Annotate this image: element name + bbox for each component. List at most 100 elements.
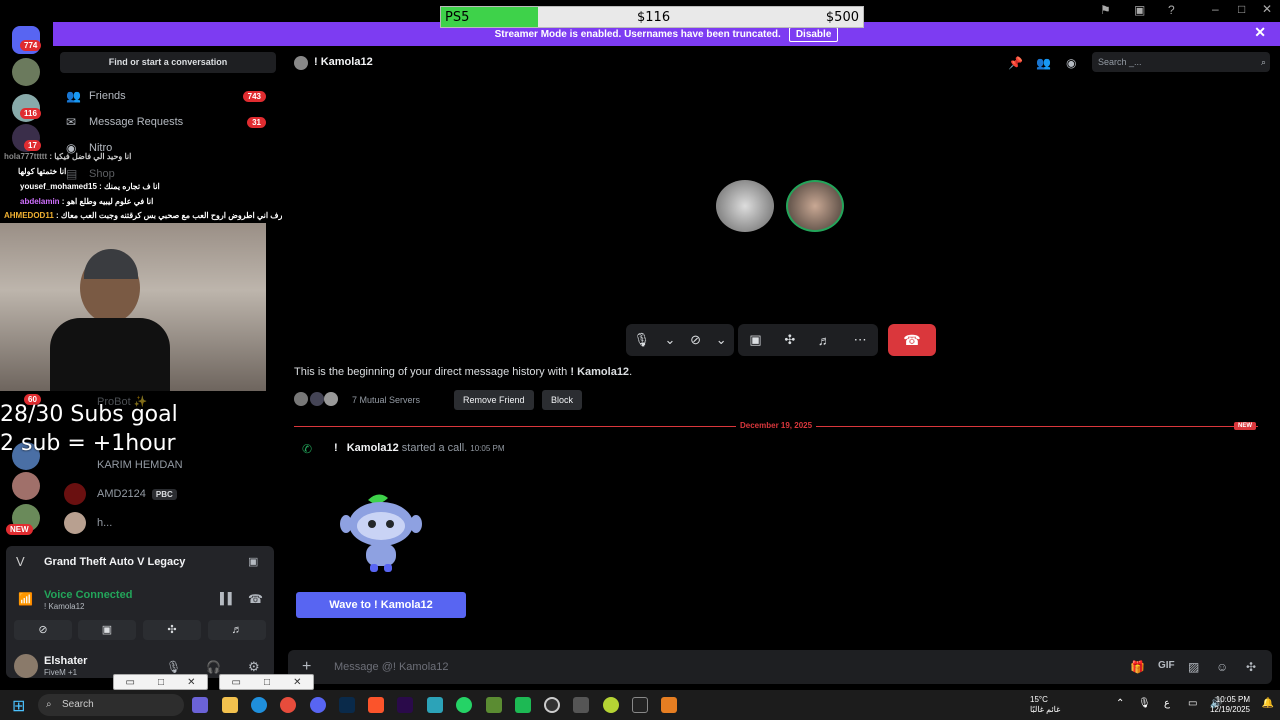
windows-start-icon[interactable]: ⊞	[12, 696, 25, 716]
call-participant-avatar[interactable]	[716, 180, 774, 232]
wave-button[interactable]: Wave to ! Kamola12	[296, 592, 466, 618]
app-icon[interactable]	[427, 697, 443, 713]
app-icon[interactable]	[603, 697, 619, 713]
mic-icon[interactable]: 🎙	[166, 660, 181, 674]
settings-gear-icon[interactable]: ⚙	[248, 659, 260, 675]
activities-button[interactable]: ✣	[143, 620, 201, 640]
call-user[interactable]: Kamola12	[347, 442, 399, 454]
chevron-up-icon[interactable]: ⌃	[1116, 698, 1124, 709]
disable-streamer-button[interactable]: Disable	[788, 26, 839, 42]
stream-icon[interactable]: ▣	[248, 555, 258, 568]
call-participant-avatar[interactable]	[786, 180, 844, 232]
voice-status[interactable]: Voice Connected	[44, 589, 132, 601]
gif-icon[interactable]: GIF	[1158, 660, 1175, 671]
settings-icon[interactable]	[573, 697, 589, 713]
mic-icon[interactable]: 🎙	[1138, 698, 1151, 709]
discord-icon[interactable]	[310, 697, 326, 713]
hang-up-button[interactable]: ☎	[888, 324, 936, 356]
activities-icon[interactable]: ✣	[784, 332, 795, 348]
close-window-icon[interactable]: ✕	[1262, 2, 1272, 16]
close-icon[interactable]: ✕	[187, 677, 195, 688]
chevron-down-icon[interactable]: ⌄	[716, 332, 727, 348]
profile-icon[interactable]: ◉	[1066, 56, 1076, 70]
chrome-icon[interactable]	[280, 697, 296, 713]
restore-icon[interactable]: ▭	[232, 677, 241, 688]
camera-button[interactable]: ⊘	[14, 620, 72, 640]
signal-icon[interactable]: 📶	[18, 592, 33, 606]
premiere-icon[interactable]	[397, 697, 413, 713]
nav-message-requests[interactable]: ✉ Message Requests 31	[66, 111, 272, 133]
taskbar-clock[interactable]: 10:05 PM 12/19/2025	[1210, 695, 1250, 715]
chat-line: hola777ttttt : انا وحيد الي فاضل فيكيا	[4, 152, 132, 161]
chat-line: انا ختمتها كولها	[18, 167, 67, 176]
soundboard-button[interactable]: ♬	[208, 620, 266, 640]
brave-icon[interactable]	[368, 697, 384, 713]
find-conversation-button[interactable]: Find or start a conversation	[60, 52, 276, 73]
server-badge: 116	[20, 108, 41, 119]
mutual-server-avatar	[324, 392, 338, 406]
gift-icon[interactable]: 🎁	[1130, 660, 1145, 674]
call-actions-group[interactable]: ▣ ✣ ♬ ⋯	[738, 324, 878, 356]
app-icon[interactable]	[661, 697, 677, 713]
camera-off-icon[interactable]: ⊘	[690, 332, 701, 348]
emoji-icon[interactable]: ☺	[1216, 660, 1228, 674]
maximize-icon[interactable]: □	[264, 677, 270, 688]
photoshop-icon[interactable]	[339, 697, 355, 713]
screenshare-icon[interactable]: ▣	[749, 332, 761, 348]
screen-icon[interactable]: ▣	[1134, 3, 1145, 17]
mic-icon[interactable]: 🎙	[633, 332, 650, 348]
restore-icon[interactable]: ▭	[126, 677, 135, 688]
nav-friends[interactable]: 👥 Friends 743	[66, 85, 272, 107]
dm-item[interactable]: ProBot ✨	[64, 390, 274, 412]
mini-window-controls[interactable]: ▭ □ ✕	[113, 674, 208, 690]
epic-games-icon[interactable]	[632, 697, 648, 713]
taskbar-search[interactable]: ⌕ Search	[38, 694, 184, 716]
close-banner-icon[interactable]: ✕	[1254, 24, 1266, 41]
disconnect-icon[interactable]: ☎	[248, 592, 263, 606]
inbox-icon[interactable]: ⚑	[1100, 3, 1111, 17]
weather-widget[interactable]: 15°C غائم غالبًا	[1030, 695, 1060, 715]
add-friend-icon[interactable]: 👥	[1036, 56, 1051, 70]
maximize-icon[interactable]: □	[158, 677, 164, 688]
mutual-servers-link[interactable]: 7 Mutual Servers	[352, 395, 420, 405]
dm-item[interactable]: KARIM HEMDAN	[64, 454, 274, 476]
whatsapp-icon[interactable]	[456, 697, 472, 713]
soundboard-icon[interactable]: ▌▌	[220, 593, 236, 605]
maximize-icon[interactable]: □	[1238, 2, 1245, 16]
soundboard-icon[interactable]: ♬	[818, 333, 831, 348]
message-input[interactable]: Message @! Kamola12	[334, 661, 449, 673]
language-indicator[interactable]: ع	[1164, 698, 1170, 709]
app-icon[interactable]	[515, 697, 531, 713]
edge-icon[interactable]	[251, 697, 267, 713]
block-button[interactable]: Block	[542, 390, 583, 410]
search-input[interactable]: Search _... ⌕	[1092, 52, 1270, 72]
dm-item[interactable]: h...	[64, 512, 274, 534]
sticker-icon[interactable]: ▨	[1188, 660, 1199, 674]
chevron-down-icon[interactable]: ⌄	[665, 332, 676, 348]
more-icon[interactable]: ⋯	[854, 332, 867, 348]
activity-panel: V Grand Theft Auto V Legacy ▣ 📶 Voice Co…	[6, 546, 274, 678]
home-badge: 774	[20, 40, 42, 51]
help-icon[interactable]: ?	[1168, 3, 1175, 17]
headphones-icon[interactable]: 🎧	[206, 660, 221, 674]
file-explorer-icon[interactable]	[222, 697, 238, 713]
message-composer[interactable]: + Message @! Kamola12 🎁 GIF ▨ ☺ ✣	[288, 650, 1272, 684]
mic-control-group[interactable]: 🎙 ⌄ ⊘ ⌄	[626, 324, 734, 356]
dm-item[interactable]: AMD2124 PBC	[64, 483, 274, 505]
server-icon[interactable]	[12, 58, 40, 86]
apps-icon[interactable]: ✣	[1246, 660, 1256, 674]
mini-window-controls[interactable]: ▭ □ ✕	[219, 674, 314, 690]
screenshare-button[interactable]: ▣	[78, 620, 136, 640]
notification-icon[interactable]: 🔔	[1262, 698, 1274, 709]
minimize-icon[interactable]: –	[1212, 2, 1219, 16]
chat-line: yousef_mohamed15 : انا ف تجاره يمنك	[20, 182, 160, 191]
pin-icon[interactable]: 📌	[1008, 56, 1023, 70]
server-icon[interactable]	[12, 472, 40, 500]
avatar[interactable]	[14, 654, 38, 678]
network-icon[interactable]: ▭	[1188, 698, 1197, 709]
obs-icon[interactable]	[544, 697, 560, 713]
close-icon[interactable]: ✕	[293, 677, 301, 688]
teams-icon[interactable]	[192, 697, 208, 713]
minecraft-icon[interactable]	[486, 697, 502, 713]
remove-friend-button[interactable]: Remove Friend	[454, 390, 534, 410]
